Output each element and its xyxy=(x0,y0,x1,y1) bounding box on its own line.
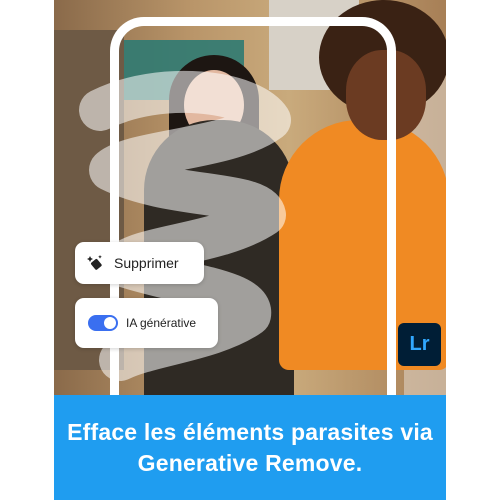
toggle-knob xyxy=(104,317,116,329)
generative-ai-toggle-chip[interactable]: IA générative xyxy=(75,298,218,348)
caption-banner: Efface les éléments parasites via Genera… xyxy=(54,395,446,500)
lightroom-logo: Lr xyxy=(398,323,441,366)
ad-stage: Supprimer IA générative Lr Efface les él… xyxy=(0,0,500,500)
eraser-sparkle-icon xyxy=(87,255,102,270)
lightroom-logo-text: Lr xyxy=(409,333,430,355)
generative-ai-toggle[interactable] xyxy=(88,315,118,331)
remove-button[interactable]: Supprimer xyxy=(75,242,204,284)
generative-ai-label: IA générative xyxy=(126,316,197,330)
caption-text: Efface les éléments parasites via Genera… xyxy=(67,418,433,476)
remove-label: Supprimer xyxy=(114,255,179,271)
